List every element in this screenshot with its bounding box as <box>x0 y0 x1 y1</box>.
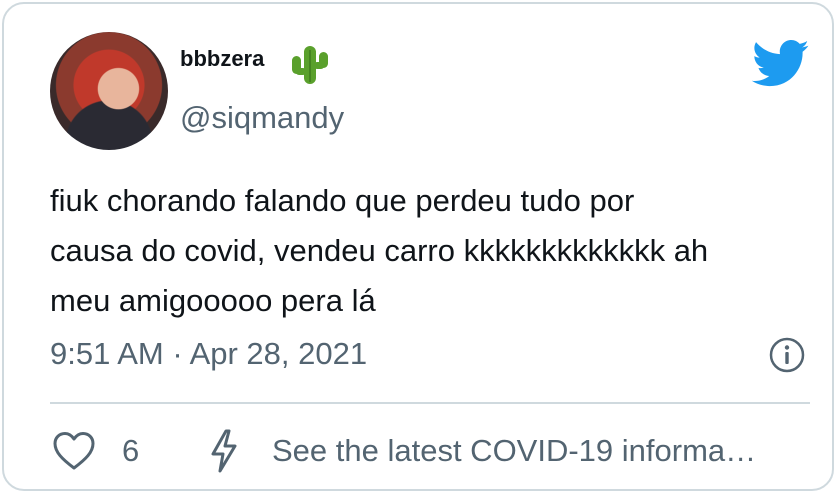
avatar[interactable] <box>50 32 168 150</box>
lightning-bolt-icon <box>211 429 237 473</box>
heart-icon[interactable] <box>52 430 96 472</box>
tweet-card: bbbzera @siqmandy fiuk chorando falando … <box>2 2 834 491</box>
divider <box>50 402 810 404</box>
tweet-text: fiuk chorando falando que perdeu tudo po… <box>50 183 709 318</box>
twitter-bird-icon[interactable] <box>752 40 810 88</box>
like-count[interactable]: 6 <box>122 429 139 473</box>
info-icon[interactable] <box>768 336 806 374</box>
user-handle[interactable]: @siqmandy <box>180 98 344 138</box>
cactus-icon <box>292 46 328 84</box>
tweet-timestamp[interactable]: 9:51 AM · Apr 28, 2021 <box>50 332 367 376</box>
display-name[interactable]: bbbzera <box>180 44 264 74</box>
covid-info-link[interactable]: See the latest COVID-19 informa… <box>272 429 756 473</box>
